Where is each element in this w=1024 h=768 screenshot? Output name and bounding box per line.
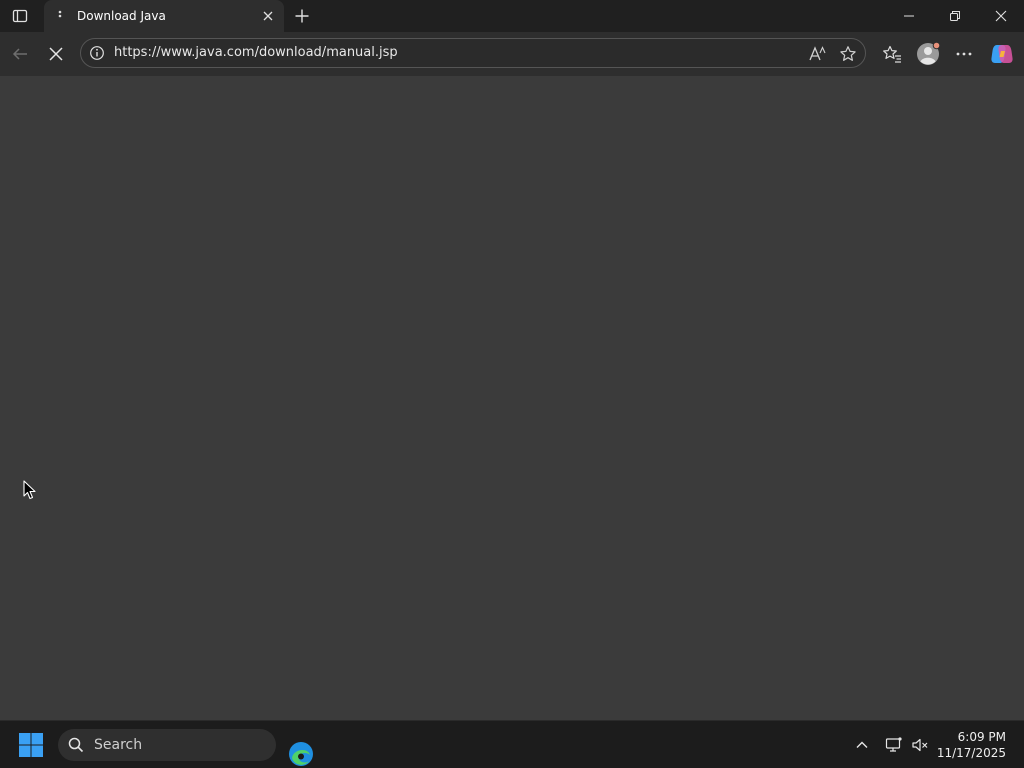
page-content-area[interactable]: [0, 76, 1024, 720]
stop-loading-button[interactable]: [41, 39, 71, 69]
address-bar[interactable]: https://www.java.com/download/manual.jsp: [80, 38, 866, 68]
clock-date: 11/17/2025: [936, 746, 1006, 760]
tab-close-button[interactable]: [260, 8, 276, 24]
stop-loading-icon: [49, 47, 63, 61]
browser-titlebar: Download Java: [0, 0, 1024, 32]
close-window-button[interactable]: [978, 0, 1024, 32]
minimize-button[interactable]: [886, 0, 932, 32]
chevron-up-icon: [856, 741, 868, 748]
volume-tray-button[interactable]: [910, 735, 930, 755]
profile-icon: [917, 41, 941, 65]
search-label: Search: [94, 737, 143, 753]
copilot-button[interactable]: [987, 39, 1017, 69]
plus-icon: [295, 9, 309, 23]
close-icon: [263, 11, 273, 21]
back-button[interactable]: [5, 39, 35, 69]
browser-tab-active[interactable]: Download Java: [44, 0, 284, 32]
more-options-button[interactable]: [949, 39, 979, 69]
network-tray-button[interactable]: [884, 735, 904, 755]
favorites-button[interactable]: [877, 39, 907, 69]
search-icon: [68, 737, 84, 753]
read-aloud-icon: [809, 46, 826, 61]
browser-toolbar: https://www.java.com/download/manual.jsp: [0, 32, 1024, 76]
site-info-button[interactable]: [89, 45, 105, 61]
windows-start-icon[interactable]: [18, 732, 44, 758]
network-icon: [885, 737, 902, 752]
tab-title: Download Java: [77, 9, 166, 23]
clock-time: 6:09 PM: [957, 730, 1006, 744]
taskbar-clock[interactable]: 6:09 PM 11/17/2025: [937, 729, 1006, 761]
info-icon: [90, 46, 104, 60]
taskbar-search-box[interactable]: Search: [58, 729, 276, 761]
minimize-icon: [904, 15, 914, 17]
restore-icon: [950, 11, 960, 21]
tab-actions-button[interactable]: [6, 4, 34, 28]
mouse-cursor-icon: [23, 480, 36, 500]
arrow-left-icon: [12, 48, 27, 60]
restore-button[interactable]: [932, 0, 978, 32]
read-aloud-button[interactable]: [805, 42, 829, 66]
more-icon: [956, 52, 972, 56]
windows-taskbar: Search 6:09 PM 11/17/2025: [0, 720, 1024, 768]
volume-muted-icon: [912, 738, 928, 752]
copilot-icon: [991, 45, 1013, 63]
add-favorite-button[interactable]: [836, 42, 860, 66]
star-icon: [840, 46, 856, 61]
show-hidden-icons-button[interactable]: [852, 735, 872, 755]
favorites-icon: [883, 45, 901, 63]
loading-spinner-icon: [52, 8, 68, 24]
edge-browser-icon[interactable]: [288, 741, 314, 767]
address-url[interactable]: https://www.java.com/download/manual.jsp: [114, 45, 398, 61]
new-tab-button[interactable]: [290, 4, 314, 28]
tab-actions-icon: [12, 9, 28, 23]
profile-button[interactable]: [913, 39, 943, 69]
close-icon: [995, 10, 1007, 22]
